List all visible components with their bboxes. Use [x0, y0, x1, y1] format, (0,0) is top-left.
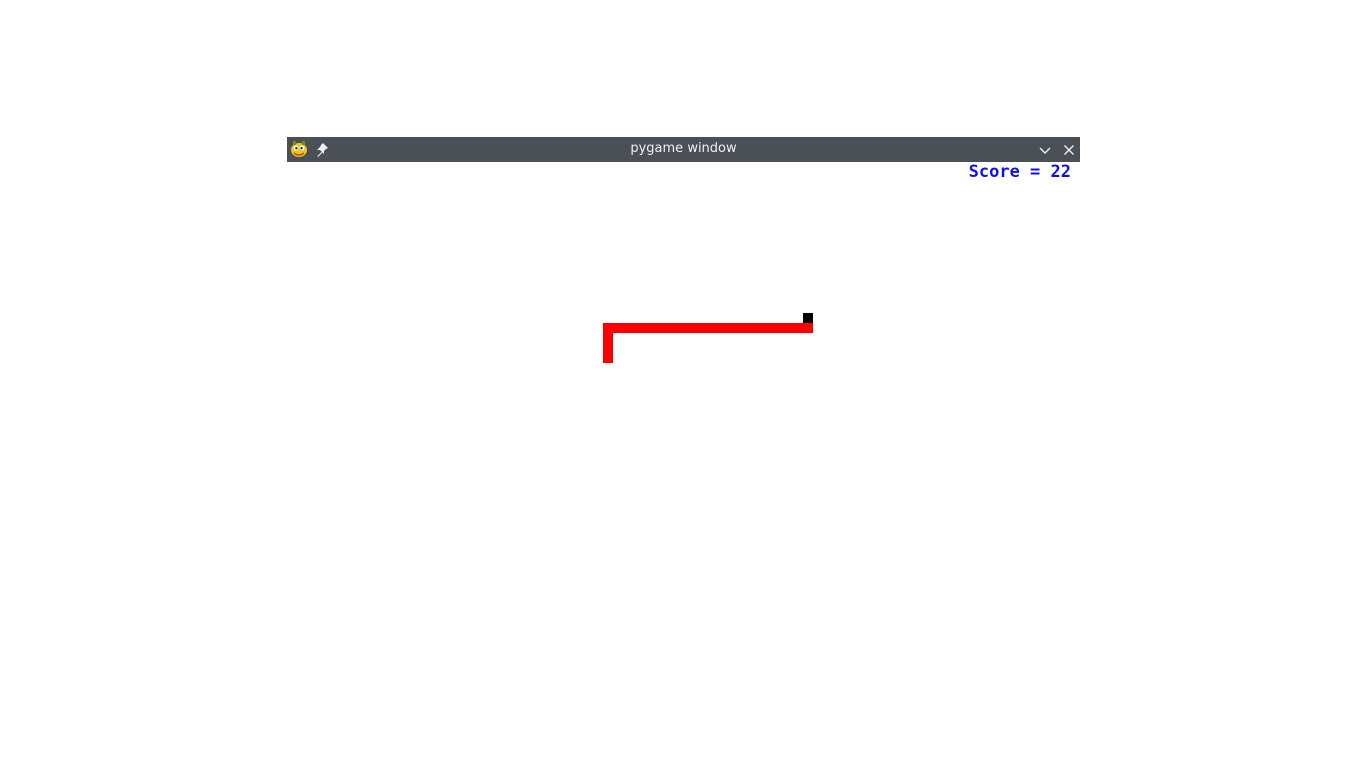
score-label: Score = 22	[968, 162, 1071, 182]
chevron-down-icon[interactable]	[1036, 141, 1054, 159]
close-icon[interactable]	[1060, 141, 1078, 159]
snake-body-vertical	[603, 323, 613, 363]
pin-icon[interactable]	[314, 141, 330, 157]
pygame-snake-icon[interactable]	[289, 139, 309, 159]
snake-body-horizontal	[603, 323, 813, 333]
window-titlebar[interactable]: pygame window	[287, 137, 1080, 162]
game-canvas[interactable]: Score = 22	[287, 162, 1080, 758]
desktop-screen: pygame window Score = 22	[0, 0, 1366, 768]
window-title: pygame window	[630, 141, 737, 156]
food-pellet	[803, 313, 813, 323]
